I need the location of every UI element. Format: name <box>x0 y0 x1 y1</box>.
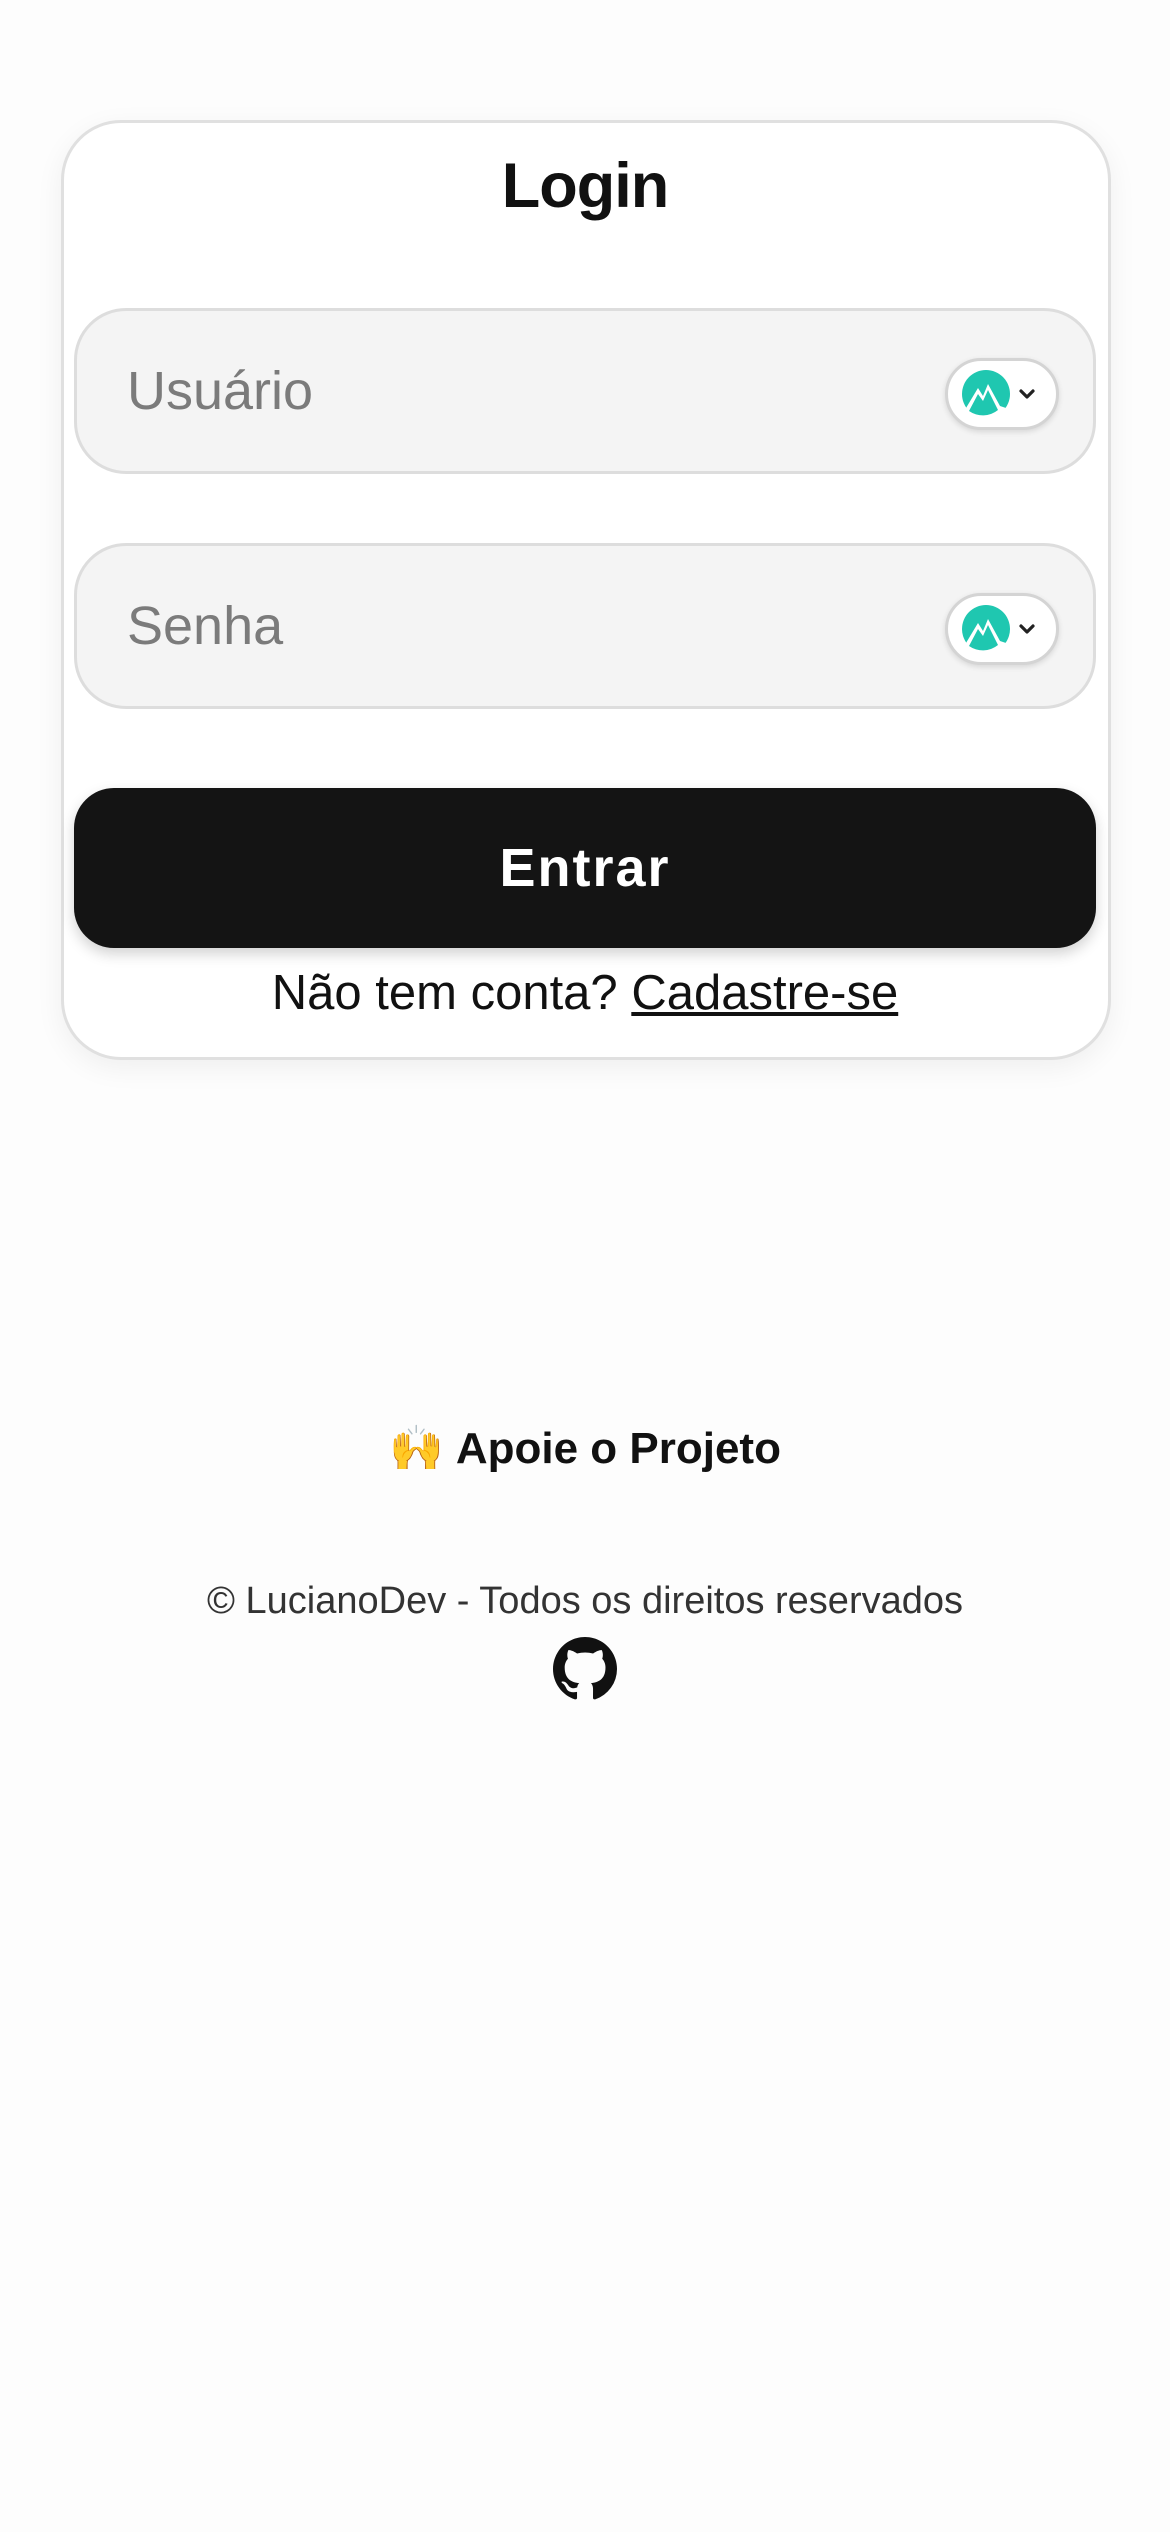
support-project-link[interactable]: 🙌 Apoie o Projeto <box>0 1422 1170 1474</box>
login-button[interactable]: Entrar <box>74 788 1096 948</box>
password-manager-button[interactable] <box>945 593 1059 665</box>
support-label: Apoie o Projeto <box>455 1424 781 1473</box>
password-manager-button[interactable] <box>945 358 1059 430</box>
signup-prompt: Não tem conta? Cadastre-se <box>0 965 1170 1021</box>
chevron-down-icon <box>1019 624 1035 634</box>
chevron-down-icon <box>1019 389 1035 399</box>
password-input[interactable] <box>77 546 1093 706</box>
copyright-text: © LucianoDev - Todos os direitos reserva… <box>206 1580 963 1622</box>
username-input[interactable] <box>77 311 1093 471</box>
nordpass-icon <box>962 605 1010 654</box>
login-title: Login <box>501 151 669 221</box>
github-link[interactable] <box>553 1637 617 1701</box>
username-field[interactable] <box>74 308 1096 474</box>
password-field[interactable] <box>74 543 1096 709</box>
signup-link[interactable]: Cadastre-se <box>631 966 898 1020</box>
signup-prompt-text: Não tem conta? <box>271 966 618 1020</box>
raising-hands-icon: 🙌 <box>389 1424 444 1473</box>
nordpass-icon <box>962 370 1010 419</box>
github-icon <box>553 1637 617 1700</box>
